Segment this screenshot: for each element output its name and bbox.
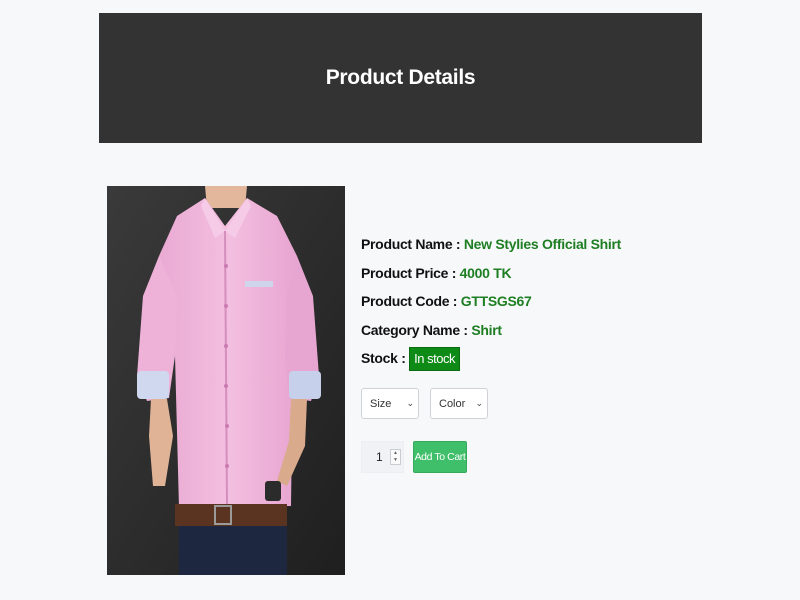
page-header: Product Details: [99, 13, 702, 143]
stock-label: Stock :: [361, 350, 410, 366]
category-name-label: Category Name :: [361, 321, 472, 338]
color-select[interactable]: Color ⌄: [430, 388, 488, 419]
chevron-up-icon[interactable]: ▲: [391, 450, 400, 457]
add-to-cart-button[interactable]: Add To Cart: [413, 441, 467, 473]
product-name-row: Product Name : New Stylies Official Shir…: [361, 232, 781, 261]
product-details: Product Name : New Stylies Official Shir…: [361, 232, 781, 375]
product-name-label: Product Name :: [361, 236, 464, 252]
product-price-label: Product Price :: [361, 264, 460, 281]
cart-controls: 1 ▲ ▼ Add To Cart: [361, 441, 467, 473]
chevron-down-icon: ⌄: [475, 398, 483, 408]
quantity-value: 1: [376, 450, 383, 464]
product-code-label: Product Code :: [361, 293, 461, 309]
quantity-stepper[interactable]: 1 ▲ ▼: [361, 441, 404, 473]
product-price-row: Product Price : 4000 TK: [361, 261, 781, 290]
chevron-down-icon: ⌄: [406, 398, 414, 408]
quantity-spinner[interactable]: ▲ ▼: [390, 449, 401, 465]
color-select-value: Color: [439, 397, 466, 410]
category-name-row: Category Name : Shirt: [361, 318, 781, 347]
size-select-value: Size: [370, 397, 392, 410]
product-options: Size ⌄ Color ⌄: [361, 388, 488, 419]
chevron-down-icon[interactable]: ▼: [391, 457, 400, 464]
product-price-value: 4000 TK: [459, 264, 512, 281]
page-title: Product Details: [325, 66, 476, 89]
product-image: [107, 186, 345, 575]
stock-row: Stock : In stock: [361, 346, 781, 375]
product-code-row: Product Code : GTTSGS67: [361, 289, 781, 318]
product-code-value: GTTSGS67: [460, 293, 532, 309]
category-name-value: Shirt: [471, 321, 502, 338]
product-name-value: New Stylies Official Shirt: [463, 236, 621, 252]
stock-status-badge: In stock: [409, 347, 460, 372]
size-select[interactable]: Size ⌄: [361, 388, 419, 419]
